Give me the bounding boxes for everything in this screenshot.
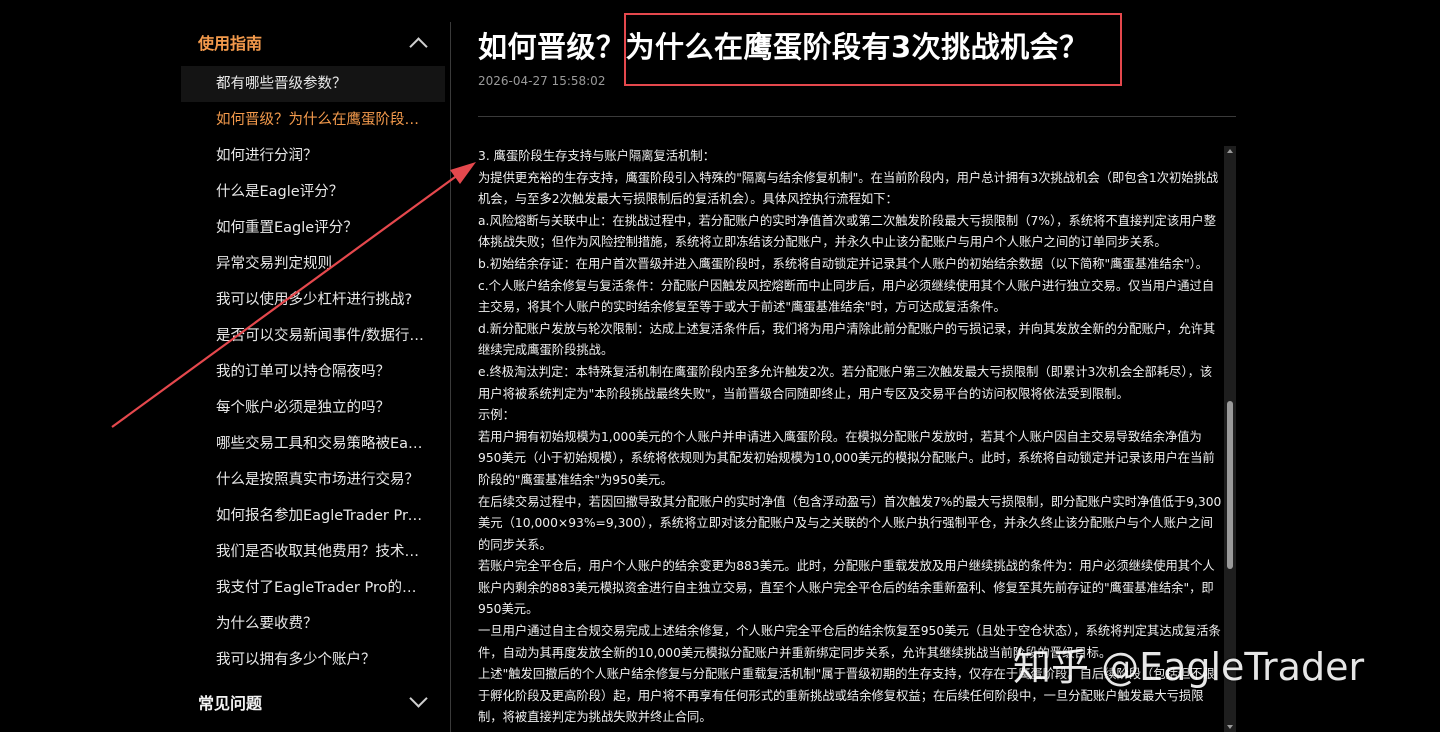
sidebar-item-why-charge[interactable]: 为什么要收费？ <box>181 606 445 642</box>
chevron-up-icon[interactable] <box>409 37 428 56</box>
chevron-down-icon[interactable] <box>409 689 428 708</box>
section-usage-guide[interactable]: 使用指南 <box>181 22 445 66</box>
title-highlight-box <box>624 13 1122 86</box>
paragraph: d.新分配账户发放与轮次限制：达成上述复活条件后，我们将为用户清除此前分配账户的… <box>478 321 1216 358</box>
title-divider <box>478 116 1236 117</box>
sidebar-item-reset-eagle-score[interactable]: 如何重置Eagle评分？ <box>181 210 445 246</box>
paragraph: 为提供更充裕的生存支持，鹰蛋阶段引入特殊的"隔离与结余修复机制"。在当前阶段内，… <box>478 170 1219 207</box>
section-usage-guide-label: 使用指南 <box>198 34 263 53</box>
section-faq[interactable]: 常见问题 <box>181 682 445 726</box>
sidebar-item-leverage[interactable]: 我可以使用多少杠杆进行挑战? <box>181 282 445 318</box>
scrollbar-thumb[interactable] <box>1227 401 1233 569</box>
sidebar-item-account-count[interactable]: 我可以拥有多少个账户？ <box>181 642 445 678</box>
paragraph: 在后续交易过程中，若因回撤导致其分配账户的实时净值（包含浮动盈亏）首次触发7%的… <box>478 494 1222 552</box>
sidebar-item-news-trading[interactable]: 是否可以交易新闻事件/数据行情？ <box>181 318 445 354</box>
zhihu-watermark: 知乎 @EagleTrader <box>1013 645 1365 689</box>
paragraph: 若账户完全平仓后，用户个人账户的结余变更为883美元。此时，分配账户重载发放及用… <box>478 559 1215 617</box>
scroll-up-icon[interactable] <box>1227 149 1233 153</box>
sidebar-item-profit-split[interactable]: 如何进行分润？ <box>181 138 445 174</box>
section-faq-label: 常见问题 <box>198 694 263 713</box>
paragraph: 示例： <box>478 408 515 423</box>
sidebar-item-abnormal-trading[interactable]: 异常交易判定规则 <box>181 246 445 282</box>
sidebar-item-prohibited-tools[interactable]: 哪些交易工具和交易策略被EagleTrader禁止？ <box>181 426 445 462</box>
publish-date: 2026-04-27 15:58:02 <box>478 74 606 88</box>
sidebar-item-after-payment[interactable]: 我支付了EagleTrader Pro的费用后会怎样？ <box>181 570 445 606</box>
sidebar-item-signup-pro[interactable]: 如何报名参加EagleTrader Pro？ <box>181 498 445 534</box>
sidebar-item-overnight[interactable]: 我的订单可以持仓隔夜吗？ <box>181 354 445 390</box>
paragraph: c.个人账户结余修复与复活条件：分配账户因触发风控熔断而中止同步后，用户必须继续… <box>478 278 1215 315</box>
sidebar-divider <box>450 22 451 732</box>
paragraph: 若用户拥有初始规模为1,000美元的个人账户并申请进入鹰蛋阶段。在模拟分配账户发… <box>478 429 1215 487</box>
sidebar-nav: 使用指南 都有哪些晋级参数？ 如何晋级？为什么在鹰蛋阶段有3次挑战机会？ 如何进… <box>181 22 445 732</box>
scroll-down-icon[interactable] <box>1227 725 1233 729</box>
paragraph: b.初始结余存证：在用户首次晋级并进入鹰蛋阶段时，系统将自动锁定并记录其个人账户… <box>478 256 1209 271</box>
paragraph: 3. 鹰蛋阶段生存支持与账户隔离复活机制： <box>478 149 715 163</box>
sidebar-item-independent-account[interactable]: 每个账户必须是独立的吗？ <box>181 390 445 426</box>
sidebar-item-promotion-params[interactable]: 都有哪些晋级参数？ <box>181 66 445 102</box>
sidebar-item-eagle-score[interactable]: 什么是Eagle评分？ <box>181 174 445 210</box>
sidebar-item-other-fees[interactable]: 我们是否收取其他费用？技术支持费？ <box>181 534 445 570</box>
paragraph: e.终极淘汰判定：本特殊复活机制在鹰蛋阶段内至多允许触发2次。若分配账户第三次触… <box>478 364 1213 401</box>
paragraph: a.风险熔断与关联中止：在挑战过程中，若分配账户的实时净值首次或第二次触发阶段最… <box>478 213 1217 250</box>
sidebar-item-how-to-promote[interactable]: 如何晋级？为什么在鹰蛋阶段有3次挑战机会？ <box>181 102 445 138</box>
sidebar-item-real-market[interactable]: 什么是按照真实市场进行交易？ <box>181 462 445 498</box>
